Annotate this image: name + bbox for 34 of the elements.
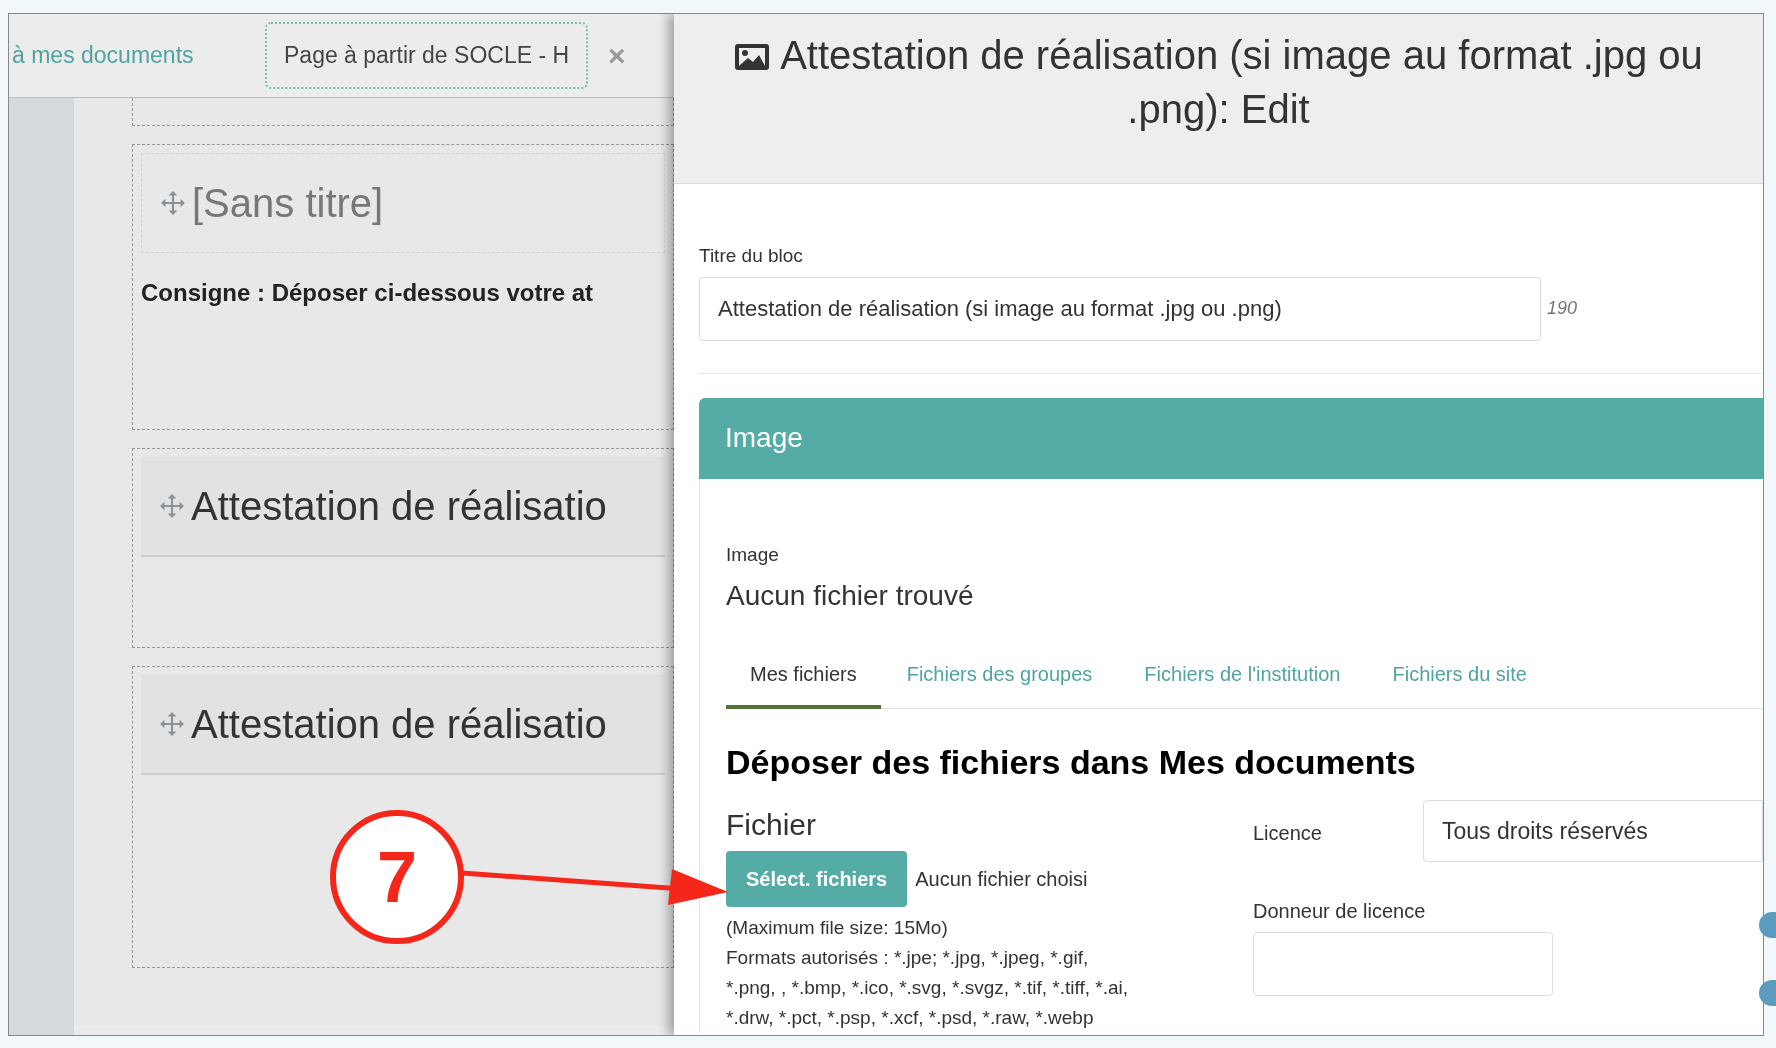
file-source-tab[interactable]: Fichiers du site [1366, 659, 1553, 709]
select-files-button[interactable]: Sélect. fichiers [726, 851, 908, 907]
move-icon[interactable] [159, 711, 185, 737]
instruction-text: Consigne : Déposer ci-dessous votre at [141, 278, 595, 308]
back-link[interactable]: à mes documents [9, 38, 239, 73]
image-icon [734, 43, 771, 71]
upload-heading: Déposer des fichiers dans Mes documents [726, 742, 1417, 783]
formats-text: *.png, , *.bmp, *.ico, *.svg, *.svgz, *.tif, *.tiff, *.ai, [726, 976, 1129, 1000]
licence-select[interactable]: Tous droits réservés [1423, 800, 1763, 862]
move-icon[interactable] [159, 493, 185, 519]
block-title: [Sans titre] [192, 180, 384, 227]
character-count: 190 [1547, 297, 1578, 320]
close-button[interactable]: × [608, 33, 626, 78]
licensor-field[interactable] [1253, 932, 1553, 996]
move-icon[interactable] [160, 190, 186, 216]
field-label: Image [726, 542, 780, 567]
field-label: Fichier [726, 807, 817, 843]
dialog-title: Attestation de réalisation (si image au format .jpg ou .png): Edit [694, 28, 1743, 136]
block-title: Attestation de réalisatio [191, 701, 607, 748]
file-source-tab[interactable]: Fichiers de l'institution [1118, 659, 1367, 709]
block-title: Attestation de réalisatio [191, 483, 607, 530]
file-source-tab[interactable]: Fichiers des groupes [880, 659, 1119, 709]
file-source-tab[interactable]: Mes fichiers [726, 659, 881, 709]
field-label: Licence [1253, 821, 1323, 846]
section-header: Image [699, 397, 1763, 479]
page-tab[interactable]: Page à partir de SOCLE - H [265, 22, 589, 89]
max-size-note: (Maximum file size: 15Mo) [726, 916, 949, 940]
block-title-field[interactable]: Attestation de réalisation (si image au format .jpg ou .png) [699, 276, 1541, 341]
file-status: Aucun fichier choisi [915, 867, 1088, 892]
field-label: Donneur de licence [1253, 899, 1427, 924]
image-status: Aucun fichier trouvé [726, 579, 975, 613]
formats-text: Formats autorisés : *.jpe; *.jpg, *.jpeg, *.gif, [726, 946, 1090, 970]
field-label: Titre du bloc [699, 244, 804, 268]
formats-text: *.drw, *.pct, *.psp, *.xcf, *.psd, *.raw, *.webp [726, 1006, 1095, 1030]
